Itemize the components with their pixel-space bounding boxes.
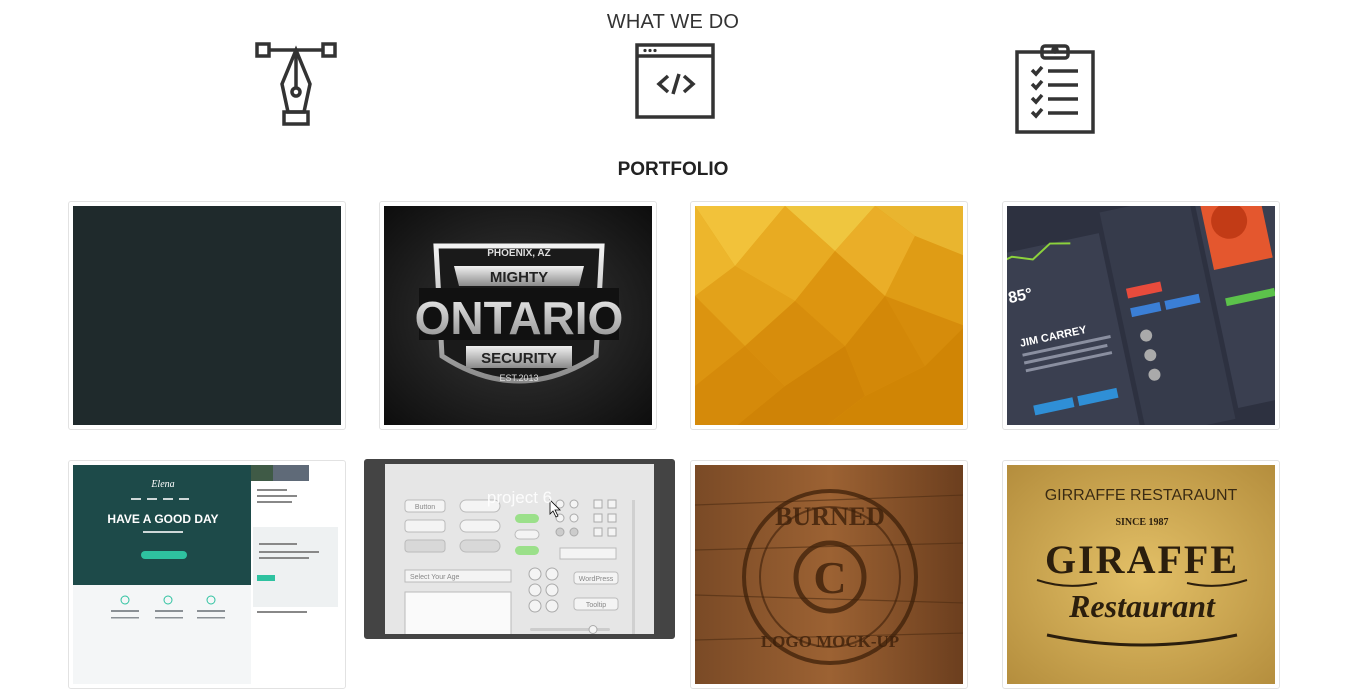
portfolio-image: PHOENIX, AZ MIGHTY ONTARIO SECURITY EST.… (384, 206, 652, 425)
logo-sub-text: SECURITY (481, 350, 557, 367)
portfolio-item-4[interactable]: 85° JIM CARREY (1002, 201, 1280, 430)
stamp-bottom-text: LOGO MOCK-UP (761, 632, 899, 651)
portfolio-item-3[interactable] (690, 201, 968, 430)
site-brand-text: Elena (150, 479, 174, 490)
portfolio-caption: GIRRAFFE RESTARAUNT (1044, 487, 1238, 504)
portfolio-item-6[interactable]: Button Select Your Age WordPress Tooltip… (364, 459, 675, 639)
logo-since-text: SINCE 1987 (1115, 517, 1168, 528)
portfolio-image: BURNED C LOGO MOCK-UP (695, 465, 963, 684)
kit-tooltip-text: Tooltip (586, 602, 606, 609)
logo-top-text: PHOENIX, AZ (487, 248, 551, 259)
code-window-icon (634, 42, 718, 122)
portfolio-item-2[interactable]: PHOENIX, AZ MIGHTY ONTARIO SECURITY EST.… (379, 201, 657, 430)
portfolio-caption: project 6 (486, 488, 553, 507)
what-we-do-title: WHAT WE DO (606, 11, 740, 33)
clipboard-checklist-icon (1014, 42, 1098, 136)
kit-select-text: Select Your Age (410, 574, 460, 581)
logo-main-text: ONTARIO (415, 292, 624, 344)
logo-mid-text: MIGHTY (490, 269, 548, 286)
logo-main-text: GIRAFFE (1045, 537, 1239, 582)
portfolio-item-1[interactable] (68, 201, 346, 430)
logo-script-text: Restaurant (1068, 588, 1216, 624)
portfolio-image (695, 206, 963, 425)
site-headline-text: HAVE A GOOD DAY (107, 512, 218, 526)
logo-est-text: EST.2013 (499, 373, 538, 383)
stamp-letter-text: C (813, 552, 846, 603)
kit-pill-text: WordPress (579, 576, 614, 583)
portfolio-image: Elena HAVE A GOOD DAY (73, 465, 341, 684)
portfolio-item-7[interactable]: BURNED C LOGO MOCK-UP (690, 460, 968, 689)
pen-tool-icon (254, 42, 338, 128)
portfolio-image (73, 206, 341, 425)
portfolio-item-8[interactable]: SINCE 1987 GIRAFFE Restaurant GIRRAFFE R… (1002, 460, 1280, 689)
stamp-top-text: BURNED (775, 502, 885, 531)
portfolio-title: PORTFOLIO (617, 159, 729, 180)
portfolio-item-5[interactable]: Elena HAVE A GOOD DAY (68, 460, 346, 689)
portfolio-image: 85° JIM CARREY (1007, 206, 1275, 425)
portfolio-image: Button Select Your Age WordPress Tooltip… (385, 464, 654, 634)
portfolio-image: SINCE 1987 GIRAFFE Restaurant GIRRAFFE R… (1007, 465, 1275, 684)
